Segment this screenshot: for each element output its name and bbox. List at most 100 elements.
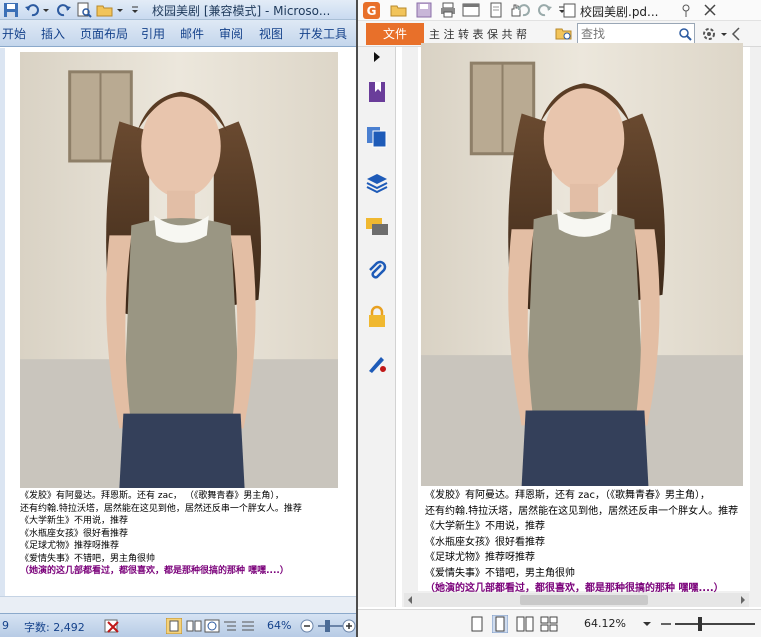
zoom-in-icon[interactable]: [342, 619, 356, 633]
print-preview-icon[interactable]: [76, 2, 92, 18]
continuous-facing-view-icon[interactable]: [540, 616, 558, 632]
ribbon-tab-glyphs[interactable]: 主 注 转 表 保 共 帮: [429, 26, 527, 42]
draft-view-icon[interactable]: [240, 618, 256, 634]
doc-line: 《水瓶座女孩》很好看推荐: [425, 536, 545, 548]
doc-line: 《水瓶座女孩》很好看推荐: [20, 528, 129, 539]
word-window: 校园美剧 [兼容模式] - Microso... 开始 插入 页面布局 引用 邮…: [0, 0, 356, 637]
bookmark-icon[interactable]: [365, 80, 389, 104]
doc-line: 《爱情失事》不错吧，男主角很帅: [20, 553, 156, 564]
undo-icon[interactable]: [24, 2, 40, 18]
navigation-panel: [358, 47, 396, 607]
word-ribbon-tabs: 开始 插入 页面布局 引用 邮件 审阅 视图 开发工具: [0, 20, 356, 47]
zoom-level[interactable]: 64.12%: [584, 617, 626, 630]
undo-dropdown-icon[interactable]: [42, 2, 50, 18]
search-icon[interactable]: [678, 27, 692, 41]
save-icon[interactable]: [3, 2, 19, 18]
scroll-right-icon[interactable]: [739, 595, 747, 605]
expand-panel-icon[interactable]: [372, 51, 382, 63]
document-icon: [563, 3, 576, 18]
settings-gear-icon[interactable]: [701, 26, 719, 42]
save-icon[interactable]: [416, 2, 432, 18]
outline-view-icon[interactable]: [222, 618, 238, 634]
svg-text:G: G: [367, 4, 377, 18]
pdf-viewer-window: G 校园美剧.pd... 文件 主 注 转 表 保 共 帮 查找 《发胶》有阿曼…: [356, 0, 761, 637]
signature-icon[interactable]: [365, 351, 389, 375]
word-title-bar: 校园美剧 [兼容模式] - Microso...: [0, 0, 356, 20]
doc-line: 《大学新生》不用说，推荐: [20, 516, 129, 526]
collapse-ribbon-icon[interactable]: [730, 26, 742, 42]
document-photo: [20, 52, 338, 488]
zoom-out-icon[interactable]: [300, 619, 314, 633]
print-layout-view-icon[interactable]: [166, 618, 182, 634]
search-box[interactable]: [577, 23, 695, 44]
doc-line: 《发胶》有阿曼达。拜恩斯。还有 zac， （《歌舞青春》男主角），: [20, 491, 284, 501]
pdf-title-bar: G 校园美剧.pd...: [358, 0, 761, 21]
new-document-icon[interactable]: [488, 2, 504, 18]
customize-toolbar-icon[interactable]: [130, 2, 140, 18]
tab-review[interactable]: 审阅: [219, 25, 243, 42]
word-title: 校园美剧 [兼容模式] - Microso...: [152, 4, 331, 18]
vertical-ruler: [0, 48, 5, 596]
file-tab[interactable]: 文件: [366, 23, 424, 45]
pdf-title: 校园美剧.pd...: [580, 5, 659, 19]
window-icon[interactable]: [462, 2, 480, 18]
undo-icon[interactable]: [514, 2, 532, 18]
tab-references[interactable]: 引用: [141, 25, 165, 42]
zoom-level[interactable]: 64%: [267, 619, 291, 632]
print-icon[interactable]: [440, 2, 456, 18]
zoom-slider-thumb[interactable]: [325, 620, 330, 632]
horizontal-scrollbar[interactable]: [404, 593, 749, 607]
page-number[interactable]: 9: [2, 619, 9, 632]
close-icon[interactable]: [702, 2, 718, 18]
scroll-left-icon[interactable]: [406, 595, 414, 605]
doc-line: 《爱情失事》不错吧，男主角很帅: [425, 567, 575, 579]
doc-line: 《发胶》有阿曼达。拜恩斯，还有 zac，（《歌舞青春》男主角），: [425, 490, 711, 501]
continuous-view-icon[interactable]: [492, 615, 508, 633]
facing-view-icon[interactable]: [516, 616, 534, 632]
tab-home[interactable]: 开始: [2, 25, 26, 42]
tab-view[interactable]: 视图: [259, 25, 283, 42]
comments-icon[interactable]: [365, 215, 389, 239]
find-folder-icon[interactable]: [555, 25, 573, 43]
zoom-out-icon[interactable]: [660, 617, 672, 631]
zoom-dropdown-icon[interactable]: [642, 619, 652, 629]
redo-icon[interactable]: [56, 2, 72, 18]
redo-icon[interactable]: [536, 2, 554, 18]
zoom-slider[interactable]: [318, 625, 344, 627]
word-count[interactable]: 字数: 2,492: [24, 619, 85, 635]
word-document-text: 《发胶》有阿曼达。拜恩斯。还有 zac， （《歌舞青春》男主角）， 还有约翰.特…: [20, 490, 352, 578]
security-lock-icon[interactable]: [365, 305, 389, 329]
zoom-slider[interactable]: [675, 623, 755, 625]
layers-icon[interactable]: [365, 171, 389, 195]
attachment-icon[interactable]: [365, 259, 389, 283]
scrollbar-thumb[interactable]: [520, 595, 648, 605]
doc-line: 《足球尤物》推荐呀推荐: [425, 552, 535, 563]
doc-line: 还有约翰.特拉沃塔，居然能在这见到他，居然还反串一个胖女人。推荐: [425, 505, 739, 517]
doc-line: 《足球尤物》推荐呀推荐: [20, 541, 120, 551]
horizontal-scrollbar[interactable]: [0, 596, 356, 613]
tab-developer[interactable]: 开发工具: [299, 25, 347, 42]
open-folder-icon[interactable]: [390, 2, 408, 18]
doc-line: 还有约翰.特拉沃塔，居然能在这见到他，居然还反串一个胖女人。推荐: [20, 503, 302, 514]
full-screen-reading-icon[interactable]: [186, 618, 202, 634]
doc-highlight-line: （她演的这几部都看过，都很喜欢，都是那种很搞的那种 嘿嘿....）: [20, 566, 289, 576]
open-dropdown-icon[interactable]: [116, 2, 124, 18]
open-folder-icon[interactable]: [96, 2, 114, 18]
zoom-slider-thumb[interactable]: [698, 617, 702, 631]
foxit-logo-icon: G: [363, 2, 380, 19]
single-page-view-icon[interactable]: [470, 616, 484, 632]
web-layout-icon[interactable]: [204, 618, 220, 634]
pin-icon[interactable]: [678, 2, 694, 18]
tab-page-layout[interactable]: 页面布局: [80, 25, 128, 42]
pdf-document-text: 《发胶》有阿曼达。拜恩斯，还有 zac，（《歌舞青春》男主角）， 还有约翰.特拉…: [425, 488, 761, 597]
proofing-icon[interactable]: [104, 618, 122, 634]
doc-line: 《大学新生》不用说，推荐: [425, 521, 545, 532]
search-input[interactable]: [581, 25, 673, 42]
pdf-status-bar: 64.12%: [358, 609, 761, 637]
tab-insert[interactable]: 插入: [41, 25, 65, 42]
pdf-document-photo: [421, 43, 743, 486]
pages-icon[interactable]: [365, 125, 389, 149]
word-status-bar: 9 字数: 2,492 64%: [0, 613, 356, 637]
tab-mailings[interactable]: 邮件: [180, 25, 204, 42]
settings-dropdown-icon[interactable]: [720, 27, 728, 41]
